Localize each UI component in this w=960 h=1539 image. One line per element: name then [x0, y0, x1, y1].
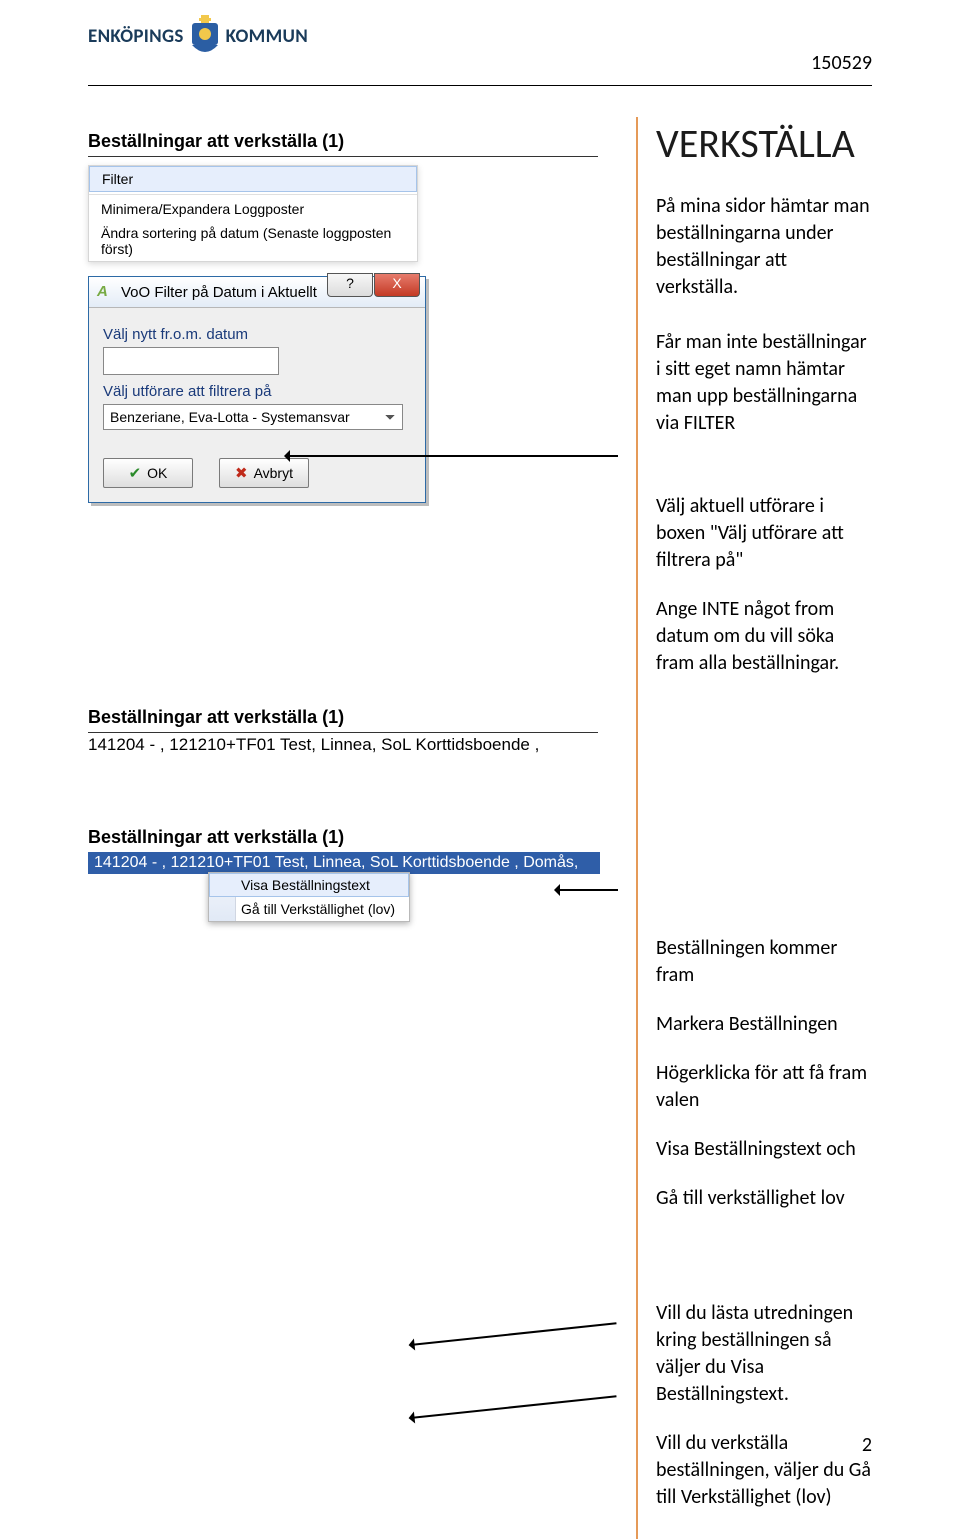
cross-icon: ✖: [235, 464, 248, 482]
panel2-row[interactable]: 141204 - , 121210+TF01 Test, Linnea, SoL…: [88, 735, 588, 755]
page-title: VERKSTÄLLA: [656, 117, 872, 171]
check-icon: ✔: [129, 464, 142, 482]
document-date: 150529: [811, 51, 872, 75]
context-menu-item-sort[interactable]: Ändra sortering på datum (Senaste loggpo…: [89, 221, 417, 261]
annotation-arrow-3: [412, 1322, 616, 1345]
instruction-p3: Välj aktuell utförare i boxen "Välj utfö…: [656, 493, 872, 574]
logo-text-left: ENKÖPINGS: [88, 25, 184, 48]
page-number: 2: [862, 1433, 872, 1457]
ok-button[interactable]: ✔ OK: [103, 458, 193, 488]
panel1-context-menu: Filter Minimera/Expandera Loggposter Änd…: [88, 165, 418, 262]
instruction-p6: Markera Beställningen: [656, 1011, 872, 1038]
close-button[interactable]: X: [374, 273, 420, 297]
from-date-label: Välj nytt fr.o.m. datum: [103, 326, 411, 343]
context-menu-item-show-order-text[interactable]: Visa Beställningstext: [209, 873, 409, 897]
municipality-logo: ENKÖPINGS KOMMUN: [88, 15, 308, 57]
cancel-button-label: Avbryt: [254, 465, 293, 481]
instruction-p7: Högerklicka för att få fram valen: [656, 1060, 872, 1114]
instruction-p5: Beställningen kommer fram: [656, 935, 872, 989]
context-menu-item-minimize[interactable]: Minimera/Expandera Loggposter: [89, 197, 417, 221]
annotation-arrow-4: [412, 1395, 616, 1418]
instruction-p2: Får man inte beställningar i sitt eget n…: [656, 329, 872, 437]
filter-dialog: A VoO Filter på Datum i Aktuellt ? X Väl…: [88, 276, 426, 503]
filter-dialog-title: VoO Filter på Datum i Aktuellt: [121, 284, 317, 301]
panel1-heading: Beställningar att verkställa (1): [88, 131, 598, 157]
context-menu-item-goto-execution[interactable]: Gå till Verkställighet (lov): [209, 897, 409, 921]
logo-text-right: KOMMUN: [226, 25, 308, 48]
instruction-p10: Vill du lästa utredningen kring beställn…: [656, 1300, 872, 1408]
panel2-heading: Beställningar att verkställa (1): [88, 707, 598, 733]
panel3-row-text: 141204 - , 121210+TF01 Test, Linnea, SoL…: [94, 854, 578, 872]
instruction-p4: Ange INTE något from datum om du vill sö…: [656, 596, 872, 677]
panel3-heading: Beställningar att verkställa (1): [88, 827, 598, 852]
app-icon: A: [97, 283, 115, 301]
instruction-p8: Visa Beställningstext och: [656, 1136, 872, 1163]
performer-filter-label: Välj utförare att filtrera på: [103, 383, 411, 400]
instruction-p11: Vill du verkställa beställningen, väljer…: [656, 1430, 872, 1511]
help-button[interactable]: ?: [327, 273, 373, 297]
filter-dialog-titlebar: A VoO Filter på Datum i Aktuellt ? X: [89, 277, 425, 308]
panel3-context-menu: Visa Beställningstext Gå till Verkställi…: [208, 872, 410, 922]
header-divider: [88, 85, 872, 88]
context-menu-divider: [89, 194, 417, 195]
cancel-button[interactable]: ✖ Avbryt: [219, 458, 309, 488]
from-date-input[interactable]: [103, 347, 279, 375]
instruction-p1: På mina sidor hämtar man beställningarna…: [656, 193, 872, 301]
annotation-arrow-1: [288, 455, 618, 457]
ok-button-label: OK: [147, 465, 167, 481]
annotation-arrow-2: [558, 889, 618, 891]
performer-filter-select[interactable]: Benzeriane, Eva-Lotta - Systemansvar: [103, 404, 403, 430]
context-menu-item-filter[interactable]: Filter: [89, 166, 417, 192]
instruction-p9: Gå till verkställighet lov: [656, 1185, 872, 1212]
crest-icon: [188, 15, 222, 57]
panel3-selected-row[interactable]: 141204 - , 121210+TF01 Test, Linnea, SoL…: [88, 852, 600, 874]
